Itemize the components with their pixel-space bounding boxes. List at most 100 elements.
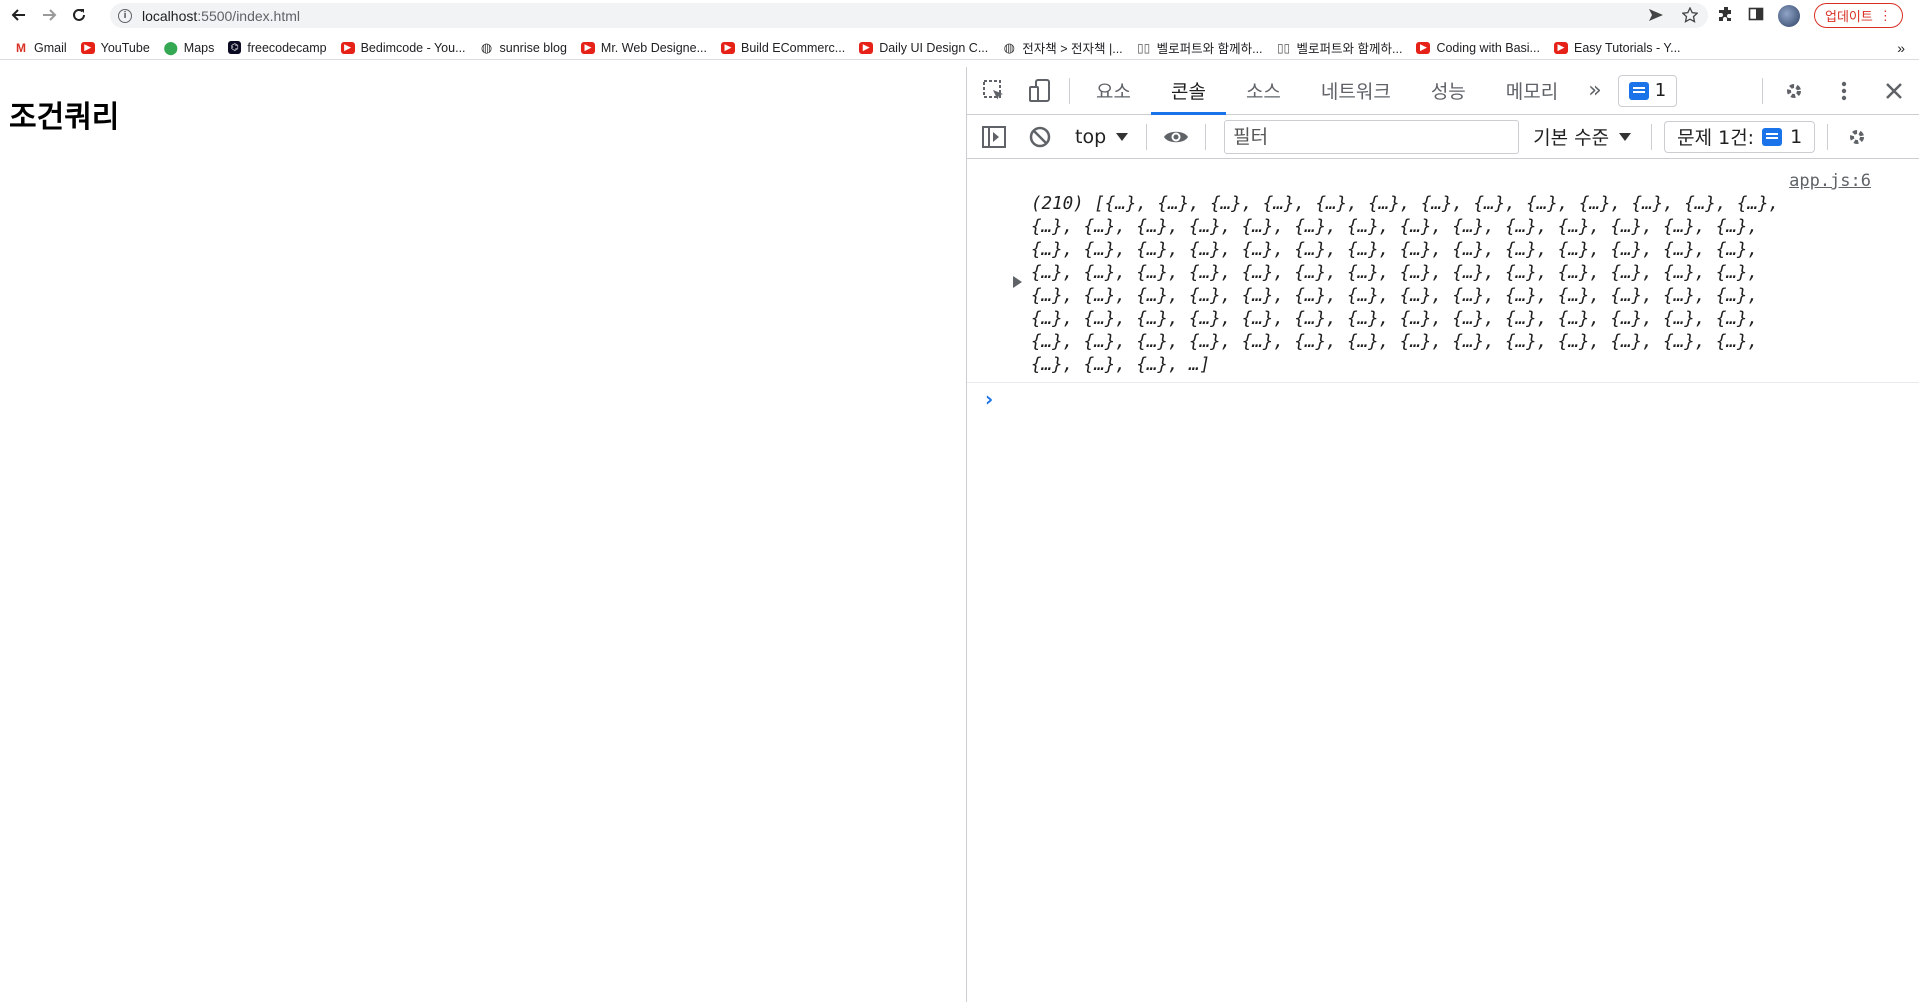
bookmark-item[interactable]: ▶ Daily UI Design C... <box>859 41 988 55</box>
update-label: 업데이트 <box>1825 9 1873 24</box>
address-bar[interactable]: i localhost :5500/index.html <box>110 3 1708 28</box>
reload-icon[interactable] <box>68 4 90 26</box>
settings-gear-icon[interactable] <box>1769 67 1819 115</box>
context-label: top <box>1075 125 1107 148</box>
message-icon <box>1762 127 1783 146</box>
bookmark-item[interactable]: ▶ YouTube <box>80 40 150 55</box>
issues-badge[interactable]: 1 <box>1617 74 1678 107</box>
log-line: {…}, {…}, {…}, {…}, {…}, {…}, {…}, {…}, … <box>1031 217 1758 237</box>
more-tabs-icon[interactable]: » <box>1578 78 1611 103</box>
expand-triangle-icon[interactable] <box>1013 276 1022 288</box>
bookmark-item[interactable]: ⌬ freecodecamp <box>228 41 327 55</box>
more-bookmarks-icon[interactable]: » <box>1897 40 1905 56</box>
send-icon[interactable] <box>1648 7 1664 27</box>
log-message[interactable]: (210) [{…}, {…}, {…}, {…}, {…}, {…}, {…}… <box>1031 193 1861 377</box>
live-expression-eye-icon[interactable] <box>1153 113 1199 161</box>
issues-count-button[interactable]: 문제 1건: 1 <box>1664 120 1816 153</box>
console-settings-gear-icon[interactable] <box>1834 113 1880 161</box>
bookmark-label: Maps <box>183 40 215 55</box>
bookmark-star-icon[interactable] <box>1681 6 1699 27</box>
message-icon <box>1628 81 1649 100</box>
youtube-icon: ▶ <box>1416 41 1431 54</box>
forward-arrow-icon[interactable] <box>38 4 60 26</box>
bookmark-item[interactable]: ▶ Coding with Basi... <box>1416 41 1540 55</box>
close-devtools-icon[interactable] <box>1869 67 1919 115</box>
globe-icon: ◍ <box>1003 39 1015 55</box>
console-output: app.js:6 (210) [{…}, {…}, {…}, {…}, {…},… <box>967 159 1919 417</box>
bookmark-item[interactable]: ▶ Bedimcode - You... <box>340 40 466 55</box>
book-icon: ▯▯ <box>1276 40 1291 55</box>
book-icon: ▯▯ <box>1137 40 1151 55</box>
clear-console-icon[interactable] <box>1017 113 1063 161</box>
youtube-icon: ▶ <box>80 41 95 54</box>
bookmark-item[interactable]: ◍ sunrise blog <box>480 39 567 55</box>
devtools-panel: 요소 콘솔 소스 네트워크 성능 메모리 » 1 top 필터 기본 수준 문제… <box>966 67 1919 1002</box>
devtools-tab-bar: 요소 콘솔 소스 네트워크 성능 메모리 » 1 <box>967 67 1919 115</box>
bookmark-item[interactable]: ▶ Mr. Web Designe... <box>580 41 707 55</box>
bookmark-label: Daily UI Design C... <box>879 40 989 55</box>
bookmark-label: Build ECommerc... <box>740 40 846 55</box>
bookmark-item[interactable]: ▯▯ 벨로퍼트와 함께하... <box>1277 38 1403 57</box>
bookmark-item[interactable]: ▯▯ 벨로퍼트와 함께하... <box>1137 38 1263 57</box>
show-sidebar-icon[interactable] <box>971 113 1017 161</box>
inspect-element-icon[interactable] <box>971 67 1017 115</box>
bookmark-item[interactable]: M Gmail <box>14 41 67 55</box>
youtube-icon: ▶ <box>340 41 355 54</box>
bookmark-item[interactable]: ◍ 전자책 > 전자책 |... <box>1002 38 1123 57</box>
issues-count: 1 <box>1790 125 1803 148</box>
log-level-selector[interactable]: 기본 수준 <box>1519 123 1645 150</box>
caret-down-icon <box>1116 132 1129 141</box>
page-viewport: 조건쿼리 <box>0 67 966 1002</box>
youtube-icon: ▶ <box>580 41 595 54</box>
update-button[interactable]: 업데이트 ⋮ <box>1814 3 1903 28</box>
profile-avatar[interactable] <box>1778 4 1800 27</box>
bookmark-label: sunrise blog <box>499 40 567 55</box>
devtools-tab[interactable]: 성능 <box>1411 67 1486 115</box>
source-link[interactable]: app.js:6 <box>1789 171 1871 191</box>
log-line: {…}, {…}, {…}, {…}, {…}, {…}, {…}, {…}, … <box>1031 309 1758 329</box>
kebab-menu-icon: ⋮ <box>1878 7 1892 23</box>
log-level-label: 기본 수준 <box>1533 127 1610 149</box>
bookmark-item[interactable]: ▶ Easy Tutorials - Y... <box>1553 40 1681 55</box>
globe-icon: ◍ <box>480 39 493 55</box>
devtools-tab[interactable]: 소스 <box>1226 67 1301 115</box>
bookmark-label: 벨로퍼트와 함께하... <box>1156 42 1263 56</box>
bookmark-item[interactable]: ▶ Build ECommerc... <box>720 40 846 55</box>
log-line: {…}, {…}, {…}, {…}, {…}, {…}, {…}, {…}, … <box>1031 240 1758 260</box>
back-arrow-icon[interactable] <box>8 4 30 26</box>
console-toolbar: top 기본 수준 문제 1건: 1 <box>967 115 1919 159</box>
more-options-icon[interactable] <box>1819 67 1869 115</box>
bookmark-label: Easy Tutorials - Y... <box>1573 40 1681 55</box>
bookmarks-bar: M Gmail ▶ YouTube ⬤ Maps ⌬ freecodecamp ▶ Bedimco… <box>0 36 1919 60</box>
devtools-tab[interactable]: 메모리 <box>1486 67 1578 115</box>
bookmark-label: 전자책 > 전자책 |... <box>1022 42 1123 56</box>
console-filter-input[interactable] <box>1224 119 1520 154</box>
console-log-entry: app.js:6 (210) [{…}, {…}, {…}, {…}, {…},… <box>967 159 1919 383</box>
side-panel-icon[interactable] <box>1748 6 1764 26</box>
url-host: localhost <box>142 7 198 24</box>
devtools-tab[interactable]: 콘솔 <box>1150 67 1226 115</box>
log-line: (210) [{…}, {…}, {…}, {…}, {…}, {…}, {…}… <box>1031 194 1780 214</box>
bookmark-label: Coding with Basi... <box>1436 40 1540 55</box>
devtools-tab[interactable]: 네트워크 <box>1301 67 1411 115</box>
log-line: {…}, {…}, {…}, {…}, {…}, {…}, {…}, {…}, … <box>1031 286 1758 306</box>
extensions-icon[interactable] <box>1718 6 1734 26</box>
bookmark-label: YouTube <box>100 40 150 55</box>
log-line: {…}, {…}, {…}, …] <box>1031 355 1211 375</box>
page-heading: 조건쿼리 <box>9 100 120 135</box>
maps-icon: ⬤ <box>163 39 179 55</box>
issues-label: 문제 1건: <box>1677 127 1755 149</box>
site-info-icon[interactable]: i <box>118 8 132 23</box>
bookmark-label: Bedimcode - You... <box>360 40 466 55</box>
divider <box>1146 123 1148 150</box>
devtools-tab[interactable]: 요소 <box>1076 67 1151 115</box>
device-toolbar-icon[interactable] <box>1017 67 1063 115</box>
browser-toolbar: i localhost :5500/index.html 업데이트 ⋮ <box>0 0 1919 30</box>
context-selector[interactable]: top <box>1063 126 1140 148</box>
divider <box>1651 123 1653 150</box>
console-prompt-row[interactable]: › <box>967 383 1919 417</box>
bookmark-item[interactable]: ⬤ Maps <box>163 39 215 55</box>
divider <box>1069 77 1070 104</box>
bookmark-label: Gmail <box>34 40 67 55</box>
gmail-icon: M <box>16 40 26 55</box>
